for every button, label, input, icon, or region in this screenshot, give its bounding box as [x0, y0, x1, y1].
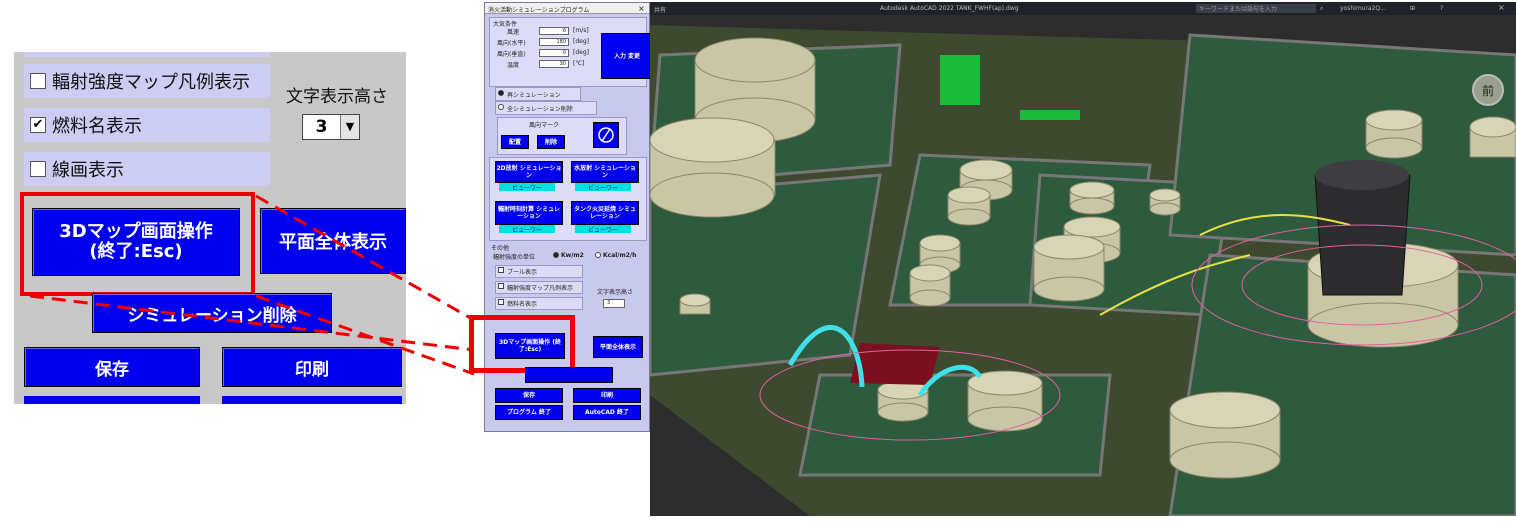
wind-speed-field[interactable]: 6: [539, 27, 569, 35]
unit-label: 輻射強度の単位: [493, 254, 536, 261]
sim-tank-fire-button[interactable]: タンク火災延焼 シミュレーション: [571, 201, 639, 225]
fire-column-top: [1315, 160, 1409, 190]
program-end-button[interactable]: プログラム 終了: [495, 405, 563, 420]
input-change-button[interactable]: 入力 変更: [601, 33, 653, 79]
viewcube-label: 前: [1481, 84, 1494, 98]
autocad-window-title: Autodesk AutoCAD 2022 TANK_FWHF(ap).dwg: [880, 5, 1019, 12]
radio-resim[interactable]: [498, 90, 504, 96]
opt-pool-label: ブール表示: [507, 269, 538, 276]
wind-dir-h-unit: [deg]: [573, 38, 589, 45]
opt-legend-label: 輻射強度マップ凡例表示: [507, 285, 574, 292]
wind-dir-h-field[interactable]: 180: [539, 38, 569, 46]
cad-close-icon[interactable]: ×: [1498, 3, 1505, 12]
sim-2d-viewer[interactable]: ビューワー: [499, 183, 555, 192]
sim-water-viewer[interactable]: ビューワー: [575, 183, 631, 192]
cart-icon[interactable]: ⊞: [1410, 5, 1415, 12]
unit-kcal-radio[interactable]: [595, 252, 601, 258]
marker-place-button[interactable]: 配置: [501, 135, 529, 149]
close-icon[interactable]: ×: [638, 4, 645, 13]
mini-save-button[interactable]: 保存: [495, 388, 563, 403]
sim-radiation-time-viewer[interactable]: ビューワー: [499, 225, 555, 234]
green-patch-1: [940, 55, 980, 105]
fire-column: [1314, 174, 1411, 296]
wind-dir-v-unit: [deg]: [573, 49, 589, 56]
wind-dir-v-field[interactable]: 0: [539, 49, 569, 57]
bund-area-7: [798, 373, 1112, 477]
compass-button[interactable]: [593, 122, 619, 148]
sim-tank-fire-viewer[interactable]: ビューワー: [575, 225, 631, 234]
wind-speed-unit: [m/s]: [573, 27, 589, 34]
cad-search-input[interactable]: キーワードまたは語句を入力: [1196, 4, 1316, 13]
opt-fuel-label: 燃料名表示: [507, 301, 538, 308]
unit-kcal-label: Kcal/m2/h: [603, 252, 637, 259]
temperature-unit: [℃]: [573, 60, 585, 67]
wind-dir-h-label: 風向(水平): [497, 40, 526, 47]
green-patch-2: [1020, 110, 1080, 120]
autocad-titlebar: 共有 Autodesk AutoCAD 2022 TANK_FWHF(ap).d…: [650, 2, 1516, 15]
temperature-field[interactable]: 30: [539, 60, 569, 68]
connector-line-top: [255, 194, 475, 322]
connector-line-middle: [29, 294, 475, 352]
sim-2d-button[interactable]: 2D放射 シミュレーション: [495, 161, 563, 183]
plant-3d-scene: [650, 15, 1516, 516]
search-icon[interactable]: ⌕: [1320, 5, 1323, 13]
radio-resim-label: 再シミュレーション: [507, 92, 561, 99]
radio-delete-all[interactable]: [498, 104, 504, 110]
unit-kw-label: Kw/m2: [561, 252, 584, 259]
viewcube[interactable]: 前: [1472, 74, 1504, 106]
other-header: その他: [491, 245, 510, 252]
help-icon[interactable]: ?: [1440, 5, 1443, 12]
radio-delete-all-label: 全シミュレーション削除: [507, 106, 573, 113]
autocad-viewport[interactable]: 共有 Autodesk AutoCAD 2022 TANK_FWHF(ap).d…: [650, 2, 1516, 516]
wind-dir-v-label: 風向(垂直): [497, 51, 526, 58]
app-title: 消火活動シミュレーションプログラム: [488, 7, 590, 14]
wind-marker-label: 風向マーク: [529, 122, 560, 129]
sim-radiation-time-button[interactable]: 輻射時刻計算 シミュレーション: [495, 201, 563, 225]
share-label[interactable]: 共有: [654, 5, 666, 14]
user-account[interactable]: yoshimura2Q...: [1340, 5, 1386, 12]
connector-line-bottom: [255, 294, 475, 376]
mini-print-button[interactable]: 印刷: [573, 388, 641, 403]
sim-water-button[interactable]: 水放射 シミュレーション: [571, 161, 639, 183]
unit-kw-radio[interactable]: [553, 252, 559, 258]
wind-speed-label: 風速: [507, 29, 520, 36]
mini-plane-all-button[interactable]: 平面全体表示: [593, 336, 643, 358]
mini-map3d-button[interactable]: 3Dマップ画面操作 (終了:Esc): [495, 333, 565, 359]
opt-legend-checkbox[interactable]: [498, 283, 504, 289]
opt-fuel-checkbox[interactable]: [498, 299, 504, 305]
mini-text-height-label: 文字表示高さ: [597, 289, 634, 296]
opt-pool-checkbox[interactable]: [498, 267, 504, 273]
temperature-label: 温度: [507, 62, 520, 69]
mini-text-height-select[interactable]: 3: [603, 299, 625, 308]
marker-delete-button[interactable]: 削除: [537, 135, 565, 149]
compass-icon: [598, 127, 614, 143]
autocad-end-button[interactable]: AutoCAD 終了: [573, 405, 641, 420]
mini-sim-delete-button[interactable]: [525, 367, 613, 383]
simulation-app-window: 消火活動シミュレーションプログラム × 大気条件 風速 6 [m/s] 風向(水…: [469, 2, 653, 432]
